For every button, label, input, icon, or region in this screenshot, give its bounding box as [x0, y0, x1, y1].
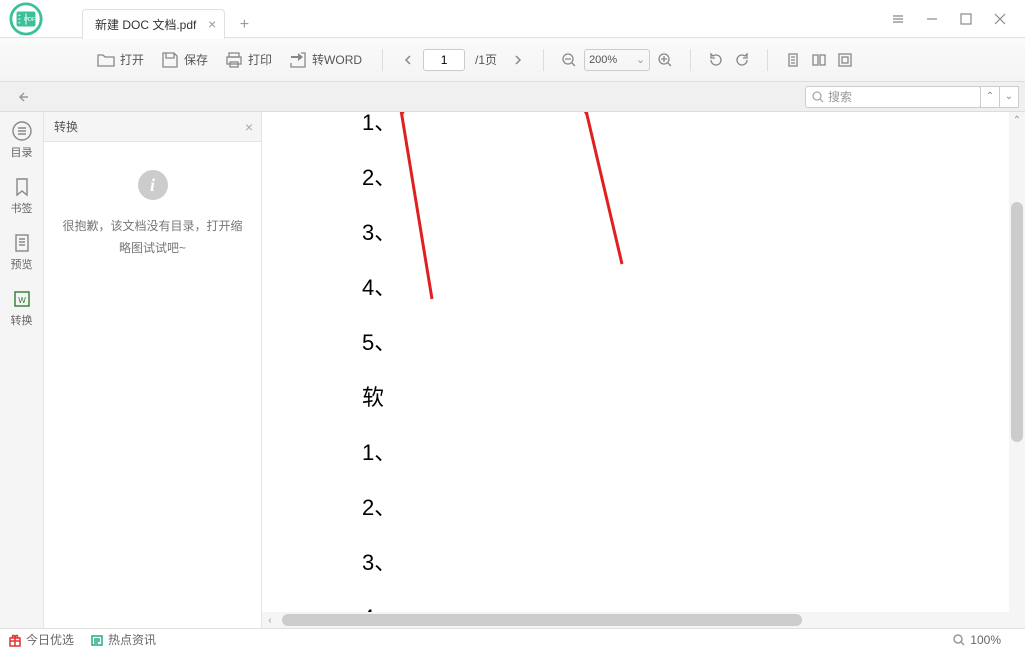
- search-next-button[interactable]: ⌄: [999, 86, 1019, 108]
- annotation-arrow-left: [392, 112, 442, 314]
- save-button[interactable]: 保存: [154, 46, 214, 74]
- document-line: 2、: [362, 167, 396, 189]
- page-total: /1页: [475, 51, 497, 68]
- document-tab[interactable]: 新建 DOC 文档.pdf ×: [82, 9, 225, 39]
- collapse-sidebar-button[interactable]: [6, 82, 40, 112]
- document-line: 4、: [362, 277, 396, 299]
- sidebar-item-preview[interactable]: 预览: [11, 232, 33, 272]
- single-page-button[interactable]: [782, 49, 804, 71]
- document-line: 软: [362, 387, 396, 409]
- menu-button[interactable]: [881, 0, 915, 38]
- sidebar-item-convert[interactable]: W 转换: [11, 288, 33, 328]
- search-input[interactable]: 搜索: [805, 86, 981, 108]
- document-line: 1、: [362, 112, 396, 134]
- close-button[interactable]: [983, 0, 1017, 38]
- folder-icon: [96, 50, 116, 70]
- zoom-icon: [952, 633, 966, 647]
- zoom-out-button[interactable]: [558, 49, 580, 71]
- scroll-up-icon[interactable]: ⌃: [1011, 114, 1023, 126]
- two-page-button[interactable]: [808, 49, 830, 71]
- prev-page-button[interactable]: [397, 49, 419, 71]
- svg-text:W: W: [18, 296, 26, 305]
- next-page-button[interactable]: [507, 49, 529, 71]
- info-icon: i: [138, 170, 168, 200]
- open-button[interactable]: 打开: [90, 46, 150, 74]
- document-line: 3、: [362, 552, 396, 574]
- sidebar-item-toc[interactable]: 目录: [11, 120, 33, 160]
- print-button[interactable]: 打印: [218, 46, 278, 74]
- status-news[interactable]: 热点资讯: [90, 631, 156, 648]
- convert-icon: W: [11, 288, 33, 310]
- panel-message: 很抱歉，该文档没有目录，打开缩略图试试吧~: [62, 216, 243, 259]
- document-line: 3、: [362, 222, 396, 244]
- minimize-button[interactable]: [915, 0, 949, 38]
- search-prev-button[interactable]: ⌃: [980, 86, 1000, 108]
- sidebar-item-bookmark[interactable]: 书签: [11, 176, 33, 216]
- print-icon: [224, 50, 244, 70]
- panel-header: 转换 ×: [44, 112, 261, 142]
- search-icon: [812, 91, 824, 103]
- close-icon[interactable]: ×: [208, 16, 216, 32]
- list-icon: [11, 120, 33, 142]
- export-icon: [288, 50, 308, 70]
- document-line: 1、: [362, 442, 396, 464]
- app-logo: PDF: [0, 0, 52, 38]
- fit-page-button[interactable]: [834, 49, 856, 71]
- zoom-in-button[interactable]: [654, 49, 676, 71]
- gift-icon: [8, 633, 22, 647]
- svg-text:PDF: PDF: [24, 16, 36, 22]
- preview-icon: [11, 232, 33, 254]
- document-viewport[interactable]: 1、2、3、4、5、软1、2、3、4、 ⌃ ‹: [262, 112, 1025, 628]
- scroll-left-icon[interactable]: ‹: [264, 614, 276, 626]
- bookmark-icon: [11, 176, 33, 198]
- document-line: 5、: [362, 332, 396, 354]
- zoom-select[interactable]: 200%: [584, 49, 650, 71]
- page-input[interactable]: [423, 49, 465, 71]
- maximize-button[interactable]: [949, 0, 983, 38]
- to-word-button[interactable]: 转WORD: [282, 46, 368, 74]
- horizontal-scrollbar[interactable]: ‹: [262, 612, 1009, 628]
- new-tab-button[interactable]: +: [231, 12, 257, 38]
- status-zoom[interactable]: 100%: [952, 633, 1001, 647]
- annotation-arrow-right: [572, 112, 632, 274]
- document-line: 2、: [362, 497, 396, 519]
- rotate-right-button[interactable]: [731, 49, 753, 71]
- news-icon: [90, 633, 104, 647]
- tab-title: 新建 DOC 文档.pdf: [95, 16, 196, 33]
- document-content: 1、2、3、4、5、软1、2、3、4、: [362, 112, 396, 628]
- rotate-left-button[interactable]: [705, 49, 727, 71]
- save-icon: [160, 50, 180, 70]
- status-gift[interactable]: 今日优选: [8, 631, 74, 648]
- vertical-scrollbar[interactable]: ⌃: [1009, 112, 1025, 628]
- close-panel-icon[interactable]: ×: [245, 119, 253, 135]
